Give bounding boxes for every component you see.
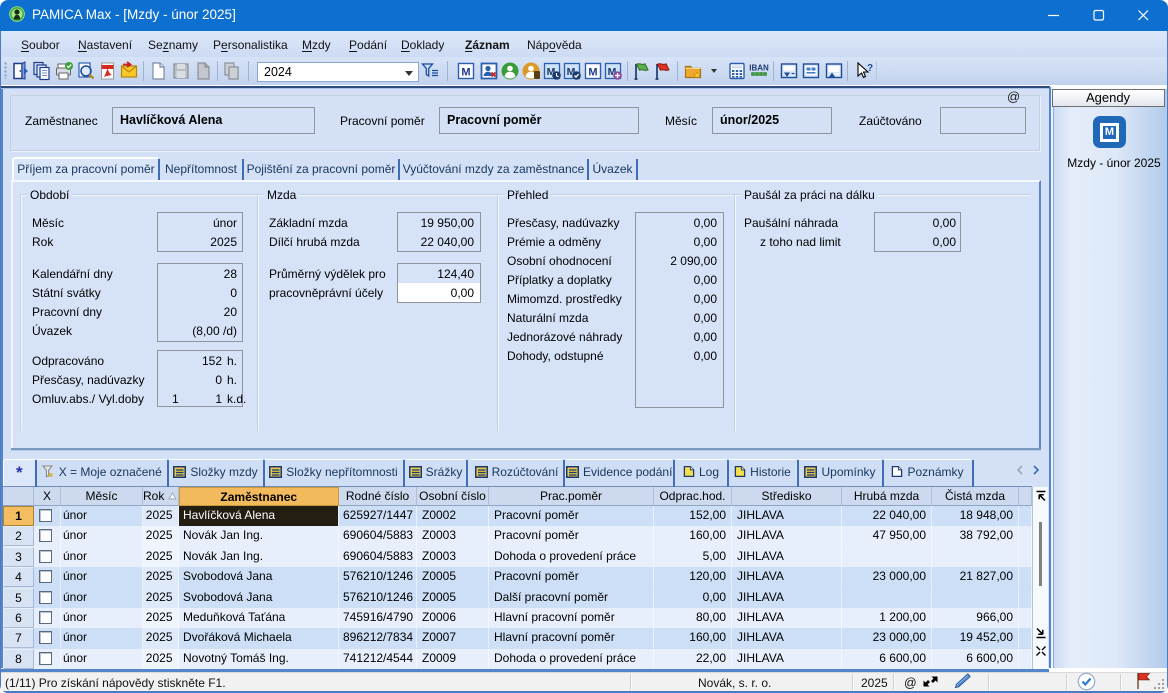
svg-text:IBAN: IBAN [749,64,769,73]
svg-text:M: M [461,67,470,79]
svg-text:?: ? [867,63,873,74]
svg-text:M: M [588,67,597,79]
